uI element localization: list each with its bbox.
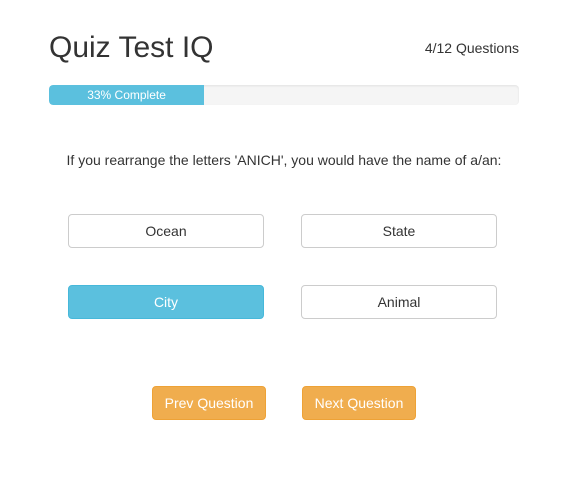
answer-option-city[interactable]: City xyxy=(68,285,264,319)
progress-bar: 33% Complete xyxy=(49,85,519,105)
prev-question-button[interactable]: Prev Question xyxy=(152,386,266,420)
answer-option-animal[interactable]: Animal xyxy=(301,285,497,319)
answer-option-ocean[interactable]: Ocean xyxy=(68,214,264,248)
quiz-header: Quiz Test IQ 4/12 Questions xyxy=(49,28,519,72)
next-question-button[interactable]: Next Question xyxy=(302,386,416,420)
page-title: Quiz Test IQ xyxy=(49,31,214,64)
question-counter: 4/12 Questions xyxy=(424,40,519,56)
progress-bar-fill: 33% Complete xyxy=(49,85,205,105)
answer-option-state[interactable]: State xyxy=(301,214,497,248)
question-text: If you rearrange the letters 'ANICH', yo… xyxy=(66,152,502,168)
